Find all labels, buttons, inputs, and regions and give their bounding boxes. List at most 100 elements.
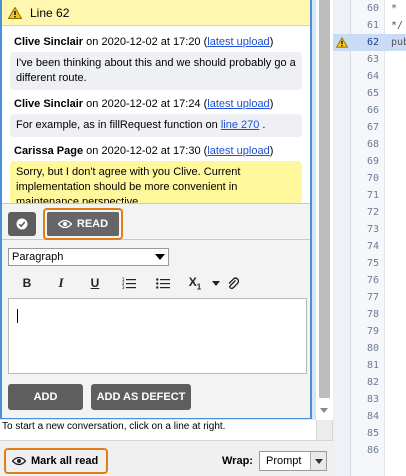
add-as-defect-button[interactable]: ADD AS DEFECT xyxy=(91,384,191,410)
conversation-panel: Line 62 Clive Sinclair on 2020-12-02 at … xyxy=(0,0,312,419)
code-line[interactable]: 76 xyxy=(333,272,406,289)
conversation-line-title: Line 62 xyxy=(30,5,70,20)
code-line[interactable]: 82 xyxy=(333,374,406,391)
line-270-link[interactable]: line 270 xyxy=(221,119,260,131)
scroll-down-arrow-icon[interactable] xyxy=(320,408,328,413)
resolve-button[interactable] xyxy=(8,212,36,236)
conversation-pane: Line 62 Clive Sinclair on 2020-12-02 at … xyxy=(0,0,316,420)
line-number: 63 xyxy=(366,54,379,65)
pane-splitter[interactable] xyxy=(316,420,333,440)
code-line[interactable]: 86 xyxy=(333,442,406,459)
bold-button[interactable]: B xyxy=(10,274,44,292)
code-line[interactable]: 85 xyxy=(333,425,406,442)
code-line[interactable]: 80 xyxy=(333,340,406,357)
line-number: 82 xyxy=(366,377,379,388)
code-text: * xyxy=(391,3,398,14)
line-number: 71 xyxy=(366,190,379,201)
message-author: Clive Sinclair xyxy=(14,36,84,48)
scrollbar-thumb[interactable] xyxy=(319,0,330,398)
line-number: 73 xyxy=(366,224,379,235)
message-date: 2020-12-02 at 17:24 xyxy=(101,98,201,110)
eye-icon xyxy=(12,456,26,466)
chevron-down-icon xyxy=(310,452,326,470)
code-line[interactable]: 66 xyxy=(333,102,406,119)
numbered-list-button[interactable]: 1 2 3 xyxy=(112,274,146,292)
latest-upload-link[interactable]: latest upload xyxy=(207,98,269,110)
text-caret xyxy=(17,309,18,323)
subscript-button[interactable]: X1 xyxy=(180,274,210,292)
code-line[interactable]: 79 xyxy=(333,323,406,340)
bold-icon: B xyxy=(22,276,32,290)
message-bubble: I've been thinking about this and we sho… xyxy=(10,52,302,90)
code-line[interactable]: 63 xyxy=(333,51,406,68)
line-number: 86 xyxy=(366,445,379,456)
line-number: 85 xyxy=(366,428,379,439)
line-number: 70 xyxy=(366,173,379,184)
code-line[interactable]: 62 pub xyxy=(333,34,406,51)
code-line[interactable]: 84 xyxy=(333,408,406,425)
italic-button[interactable]: I xyxy=(44,274,78,292)
wrap-value: Prompt xyxy=(266,455,302,467)
code-line[interactable]: 77 xyxy=(333,289,406,306)
message-text: For example, as in fillRequest function … xyxy=(16,119,221,131)
check-circle-icon xyxy=(16,218,28,230)
line-number: 62 xyxy=(366,37,379,48)
message-author: Carissa Page xyxy=(14,145,84,157)
message-header: Carissa Page on 2020-12-02 at 17:30 (lat… xyxy=(14,145,274,157)
paragraph-format-select[interactable]: Paragraph xyxy=(8,248,169,266)
code-line[interactable]: 67 xyxy=(333,119,406,136)
message-on: on xyxy=(86,98,99,110)
line-number: 75 xyxy=(366,258,379,269)
code-line[interactable]: 68 xyxy=(333,136,406,153)
bullet-list-button[interactable] xyxy=(146,274,180,292)
code-line[interactable]: 64 xyxy=(333,68,406,85)
code-line[interactable]: 61 */ xyxy=(333,17,406,34)
underline-icon: U xyxy=(90,276,100,290)
subscript-1: 1 xyxy=(196,282,202,292)
code-line[interactable]: 81 xyxy=(333,357,406,374)
italic-icon: I xyxy=(58,275,64,290)
caret-down-icon xyxy=(212,280,220,286)
code-line[interactable]: 73 xyxy=(333,221,406,238)
line-number: 84 xyxy=(366,411,379,422)
code-line[interactable]: 78 xyxy=(333,306,406,323)
code-line[interactable]: 60 * xyxy=(333,0,406,17)
latest-upload-link[interactable]: latest upload xyxy=(207,36,269,48)
code-line[interactable]: 71 xyxy=(333,187,406,204)
line-number: 83 xyxy=(366,394,379,405)
code-line[interactable]: 69 xyxy=(333,153,406,170)
format-toolbar: B I U 1 2 3 X1 xyxy=(10,274,244,292)
code-text: */ xyxy=(391,20,404,31)
read-button[interactable]: READ xyxy=(43,208,123,240)
code-line[interactable]: 83 xyxy=(333,391,406,408)
wrap-select[interactable]: Prompt xyxy=(259,451,327,471)
subscript-dropdown[interactable] xyxy=(210,274,222,292)
mark-all-read-label: Mark all read xyxy=(31,455,99,467)
code-line[interactable]: 75 xyxy=(333,255,406,272)
code-line[interactable]: 74 xyxy=(333,238,406,255)
mark-all-read-button[interactable]: Mark all read xyxy=(4,448,108,474)
read-label: READ xyxy=(76,218,109,230)
attach-button[interactable] xyxy=(222,274,244,292)
warning-icon xyxy=(8,6,22,19)
eye-icon xyxy=(57,219,72,229)
chevron-down-icon xyxy=(155,254,165,260)
bullet-list-icon xyxy=(156,278,170,289)
latest-upload-link[interactable]: latest upload xyxy=(207,145,269,157)
paperclip-icon xyxy=(228,276,239,289)
reply-textarea[interactable] xyxy=(8,298,307,374)
line-number: 77 xyxy=(366,292,379,303)
message-on: on xyxy=(86,145,99,157)
wrap-label: Wrap: xyxy=(222,455,253,467)
underline-button[interactable]: U xyxy=(78,274,112,292)
code-line[interactable]: 72 xyxy=(333,204,406,221)
add-button[interactable]: ADD xyxy=(8,384,83,410)
line-number: 76 xyxy=(366,275,379,286)
line-number: 66 xyxy=(366,105,379,116)
code-line[interactable]: 70 xyxy=(333,170,406,187)
code-line[interactable]: 65 xyxy=(333,85,406,102)
read-button-inner: READ xyxy=(47,212,119,236)
line-number: 81 xyxy=(366,360,379,371)
line-number: 61 xyxy=(366,20,379,31)
conversation-scrollbar[interactable] xyxy=(316,0,333,420)
